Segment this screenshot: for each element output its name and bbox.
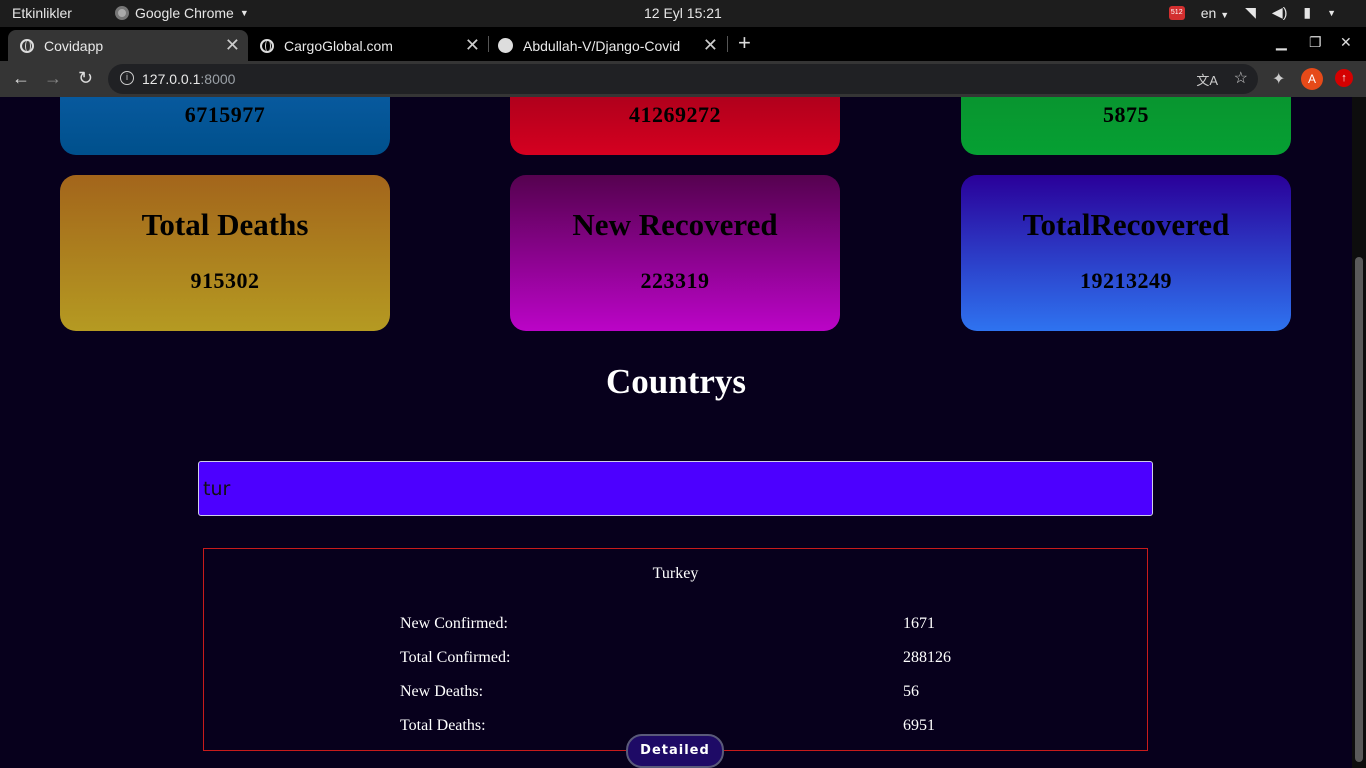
tab-divider [488,36,489,52]
row-value: 6951 [903,717,935,734]
stat-value: 6715977 [184,102,266,127]
table-row: New Deaths: 56 [204,683,1147,703]
tab-github[interactable]: Abdullah-V/Django-Covid ✕ [486,30,726,61]
activities-button[interactable]: Etkinlikler [12,5,72,21]
row-value: 288126 [903,649,951,666]
tab-title: Abdullah-V/Django-Covid [523,37,681,54]
info-icon[interactable]: i [120,71,134,85]
globe-icon [20,38,34,53]
wifi-icon[interactable]: ◥ [1245,4,1256,21]
stat-value: 41269272 [629,102,721,127]
tab-title: Covidapp [44,37,104,54]
back-button[interactable]: ← [12,68,30,89]
tab-cargoglobal[interactable]: CargoGlobal.com ✕ [248,30,488,61]
app-menu[interactable]: Google Chrome ▼ [115,5,249,21]
minimize-button[interactable]: ▁ [1276,34,1287,51]
page-scrollbar[interactable] [1352,97,1366,768]
app-name-label: Google Chrome [135,5,234,21]
tab-title: CargoGlobal.com [284,37,393,54]
row-label: Total Deaths: [400,717,486,734]
update-icon[interactable]: ↑ [1335,69,1353,87]
stat-card-total-confirmed: 41269272 [510,97,840,155]
stat-value: 223319 [640,268,710,293]
chevron-down-icon: ▼ [1220,9,1230,20]
profile-avatar[interactable]: A [1301,68,1323,90]
table-row: Total Confirmed: 288126 [204,649,1147,669]
country-result-card: Turkey New Confirmed: 1671 Total Confirm… [203,548,1148,751]
battery-icon[interactable]: ▮ [1303,4,1311,21]
stat-card-new-deaths: 5875 [961,97,1291,155]
stat-title: TotalRecovered [1022,207,1230,242]
address-bar[interactable]: i 127.0.0.1:8000 文A ☆ [108,64,1258,94]
stat-value: 19213249 [1080,268,1172,293]
language-label: en [1200,4,1217,21]
country-name: Turkey [652,565,699,582]
language-selector[interactable]: en ▼ [1201,5,1229,21]
stat-card-total-recovered: TotalRecovered 19213249 [961,175,1291,331]
table-row: New Confirmed: 1671 [204,615,1147,635]
volume-icon[interactable]: ◀) [1272,4,1287,21]
tab-strip: Covidapp ✕ CargoGlobal.com ✕ Abdullah-V/… [0,27,1366,61]
stat-title: New Recovered [572,207,778,242]
stat-card-total-deaths: Total Deaths 915302 [60,175,390,331]
row-label: Total Confirmed: [400,649,511,666]
clock[interactable]: 12 Eyl 15:21 [644,5,722,21]
restore-button[interactable]: ❐ [1309,34,1322,51]
close-icon[interactable]: ✕ [225,35,240,56]
row-value: 1671 [903,615,935,632]
row-label: New Deaths: [400,683,484,700]
github-icon [498,38,513,53]
stat-value: 915302 [190,268,260,293]
tab-covidapp[interactable]: Covidapp ✕ [8,30,248,61]
tab-divider [727,36,728,52]
close-icon[interactable]: ✕ [465,35,480,56]
url-host: 127.0.0.1 [142,71,201,87]
stat-title: Total Deaths [141,207,309,242]
scrollbar-thumb[interactable] [1355,257,1363,762]
new-tab-button[interactable]: + [738,30,751,56]
detailed-button[interactable]: Detailed [626,734,724,768]
url-port: :8000 [200,71,236,87]
country-search-input[interactable] [198,461,1153,516]
browser-toolbar: ← → ↻ i 127.0.0.1:8000 文A ☆ [0,61,1366,97]
system-tray: 512 en ▼ ◥ ◀) ▮ ▼ [1168,4,1336,21]
notification-badge[interactable]: 512 [1168,5,1185,20]
close-icon[interactable]: ✕ [703,35,718,56]
chrome-icon [115,6,129,20]
close-window-button[interactable]: ✕ [1340,34,1352,51]
reload-button[interactable]: ↻ [78,68,93,89]
row-value: 56 [903,683,919,700]
countries-heading: Countrys [605,362,747,401]
chevron-down-icon: ▼ [239,8,249,18]
stat-card-new-recovered: New Recovered 223319 [510,175,840,331]
page-viewport: 6715977 41269272 5875 Total Deaths 91530… [0,97,1366,768]
bookmark-star-icon[interactable]: ☆ [1234,68,1248,88]
row-label: New Confirmed: [400,615,508,632]
url-text: 127.0.0.1:8000 [142,71,235,87]
stat-value: 5875 [1103,102,1149,127]
forward-button[interactable]: → [44,68,62,89]
globe-icon [260,38,274,53]
translate-icon[interactable]: 文A [1196,70,1218,89]
stat-card-new-confirmed: 6715977 [60,97,390,155]
system-top-bar: Etkinlikler Google Chrome ▼ 12 Eyl 15:21… [0,0,1366,27]
extensions-icon[interactable]: ✦ [1272,69,1285,89]
chevron-down-icon[interactable]: ▼ [1327,8,1336,18]
